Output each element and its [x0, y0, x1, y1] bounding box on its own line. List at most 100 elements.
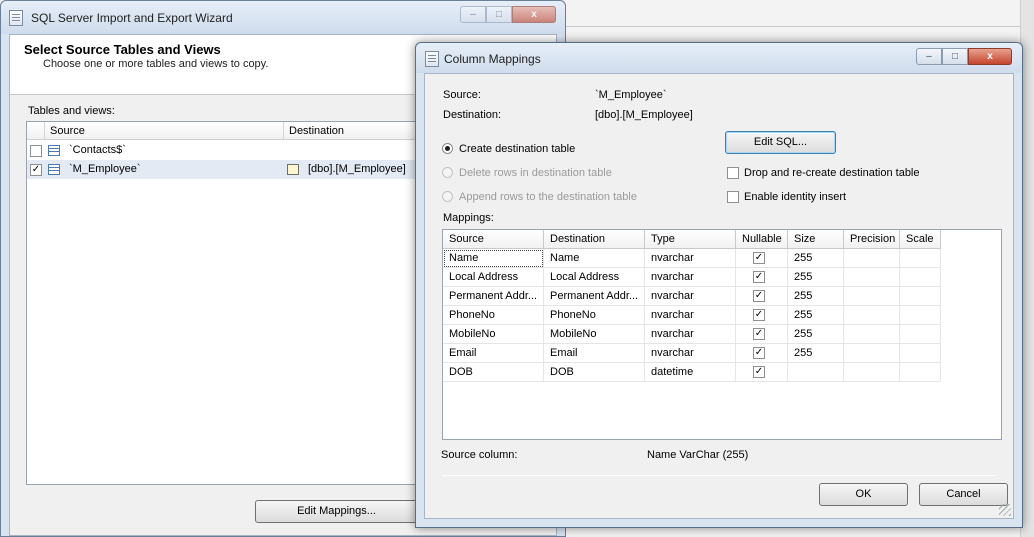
mapping-scale[interactable] [900, 249, 941, 268]
mapping-type[interactable]: nvarchar [645, 306, 736, 325]
delete-rows-radio[interactable] [442, 167, 453, 178]
header-type[interactable]: Type [645, 230, 736, 249]
column-header-destination[interactable]: Destination [289, 125, 344, 137]
mapping-source[interactable]: Name [443, 249, 544, 268]
mapping-destination[interactable]: MobileNo [544, 325, 645, 344]
mapping-nullable[interactable]: ✓ [736, 363, 788, 382]
header-source[interactable]: Source [443, 230, 544, 249]
destination-table-icon [287, 164, 299, 175]
header-nullable[interactable]: Nullable [736, 230, 788, 249]
select-all-checkbox[interactable] [27, 122, 45, 140]
mapping-destination[interactable]: Name [544, 249, 645, 268]
mapping-size[interactable]: 255 [788, 325, 844, 344]
mapping-type[interactable]: nvarchar [645, 325, 736, 344]
mapping-size[interactable]: 255 [788, 287, 844, 306]
mapping-source[interactable]: Local Address [443, 268, 544, 287]
maximize-icon[interactable]: □ [486, 6, 512, 23]
close-icon[interactable]: x [968, 48, 1012, 65]
mapping-size[interactable]: 255 [788, 268, 844, 287]
nullable-checkbox[interactable]: ✓ [753, 252, 765, 264]
mapping-size[interactable]: 255 [788, 249, 844, 268]
mapping-size[interactable]: 255 [788, 344, 844, 363]
edit-mappings-button[interactable]: Edit Mappings... [255, 500, 418, 523]
mapping-scale[interactable] [900, 287, 941, 306]
header-precision[interactable]: Precision [844, 230, 900, 249]
delete-rows-label[interactable]: Delete rows in destination table [459, 167, 612, 179]
maximize-icon[interactable]: □ [942, 48, 968, 65]
minimize-icon[interactable]: – [916, 48, 942, 65]
mapping-precision[interactable] [844, 344, 900, 363]
identity-insert-label[interactable]: Enable identity insert [744, 191, 846, 203]
mapping-precision[interactable] [844, 249, 900, 268]
table-row[interactable]: ✓ `M_Employee` [dbo].[M_Employee] [27, 160, 425, 179]
source-column-label: Source column: [441, 449, 518, 461]
wizard-titlebar[interactable]: SQL Server Import and Export Wizard – □ … [1, 1, 565, 34]
minimize-icon[interactable]: – [460, 6, 486, 23]
create-destination-label[interactable]: Create destination table [459, 143, 575, 155]
cancel-button[interactable]: Cancel [919, 483, 1008, 506]
mapping-precision[interactable] [844, 306, 900, 325]
mapping-nullable[interactable]: ✓ [736, 268, 788, 287]
dialog-titlebar[interactable]: Column Mappings – □ x [416, 43, 1022, 73]
table-row[interactable]: `Contacts$` [27, 141, 425, 160]
mapping-scale[interactable] [900, 363, 941, 382]
mapping-type[interactable]: nvarchar [645, 249, 736, 268]
mappings-label: Mappings: [443, 212, 494, 224]
row-checkbox[interactable] [30, 145, 42, 157]
mapping-destination[interactable]: Email [544, 344, 645, 363]
drop-recreate-checkbox[interactable] [727, 167, 739, 179]
mapping-destination[interactable]: DOB [544, 363, 645, 382]
mapping-nullable[interactable]: ✓ [736, 249, 788, 268]
nullable-checkbox[interactable]: ✓ [753, 328, 765, 340]
mapping-destination[interactable]: Permanent Addr... [544, 287, 645, 306]
column-header-source[interactable]: Source [50, 125, 85, 137]
mapping-scale[interactable] [900, 325, 941, 344]
identity-insert-checkbox[interactable] [727, 191, 739, 203]
header-scale[interactable]: Scale [900, 230, 941, 249]
nullable-checkbox[interactable]: ✓ [753, 271, 765, 283]
edit-sql-button[interactable]: Edit SQL... [725, 131, 836, 154]
header-size[interactable]: Size [788, 230, 844, 249]
nullable-checkbox[interactable]: ✓ [753, 366, 765, 378]
mapping-destination[interactable]: PhoneNo [544, 306, 645, 325]
nullable-checkbox[interactable]: ✓ [753, 290, 765, 302]
close-icon[interactable]: x [512, 6, 556, 23]
ok-button[interactable]: OK [819, 483, 908, 506]
mapping-source[interactable]: Email [443, 344, 544, 363]
append-rows-radio[interactable] [442, 191, 453, 202]
mapping-precision[interactable] [844, 287, 900, 306]
mapping-source[interactable]: MobileNo [443, 325, 544, 344]
create-destination-radio[interactable] [442, 143, 453, 154]
mapping-source[interactable]: DOB [443, 363, 544, 382]
mapping-size[interactable]: 255 [788, 306, 844, 325]
mapping-source[interactable]: Permanent Addr... [443, 287, 544, 306]
mapping-type[interactable]: nvarchar [645, 287, 736, 306]
mapping-nullable[interactable]: ✓ [736, 306, 788, 325]
tables-views-list[interactable]: Source Destination `Contacts$` ✓ `M_Empl… [26, 121, 426, 485]
drop-recreate-label[interactable]: Drop and re-create destination table [744, 167, 920, 179]
mapping-destination[interactable]: Local Address [544, 268, 645, 287]
mapping-scale[interactable] [900, 344, 941, 363]
mapping-source[interactable]: PhoneNo [443, 306, 544, 325]
mapping-type[interactable]: datetime [645, 363, 736, 382]
header-destination[interactable]: Destination [544, 230, 645, 249]
mapping-precision[interactable] [844, 325, 900, 344]
row-destination[interactable]: [dbo].[M_Employee] [308, 163, 406, 175]
row-checkbox[interactable]: ✓ [30, 164, 42, 176]
nullable-checkbox[interactable]: ✓ [753, 309, 765, 321]
mapping-nullable[interactable]: ✓ [736, 344, 788, 363]
mapping-scale[interactable] [900, 268, 941, 287]
mapping-scale[interactable] [900, 306, 941, 325]
append-rows-label[interactable]: Append rows to the destination table [459, 191, 637, 203]
mapping-size[interactable] [788, 363, 844, 382]
mapping-nullable[interactable]: ✓ [736, 325, 788, 344]
resize-grip-icon[interactable] [999, 504, 1011, 516]
mapping-type[interactable]: nvarchar [645, 268, 736, 287]
mapping-precision[interactable] [844, 268, 900, 287]
mapping-nullable[interactable]: ✓ [736, 287, 788, 306]
mapping-type[interactable]: nvarchar [645, 344, 736, 363]
column-separator[interactable] [283, 122, 284, 140]
mappings-grid[interactable]: Source Destination Type Nullable Size Pr… [442, 229, 1002, 440]
nullable-checkbox[interactable]: ✓ [753, 347, 765, 359]
mapping-precision[interactable] [844, 363, 900, 382]
